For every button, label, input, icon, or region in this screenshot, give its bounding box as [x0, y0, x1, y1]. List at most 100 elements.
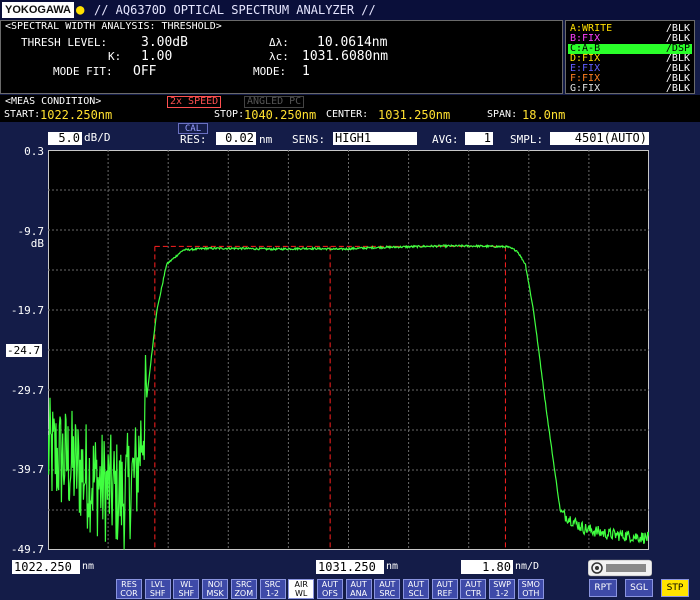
y-tick-label: -19.7	[10, 304, 44, 317]
meas-header: <MEAS CONDITION>	[5, 96, 102, 107]
sweep-rpt-button[interactable]: RPT	[589, 579, 617, 597]
softkey-smo-oth[interactable]: SMO OTH	[517, 579, 544, 599]
softkey-aut-scl[interactable]: AUT SCL	[403, 579, 429, 599]
softkey-air-wl[interactable]: AIR WL	[288, 579, 315, 599]
y-tick-label: -39.7	[10, 463, 44, 476]
softkey-line: SHF	[178, 589, 195, 598]
softkey-swp-12[interactable]: SWP 1-2	[489, 579, 516, 599]
watermark	[587, 558, 653, 578]
sweep-sgl-button[interactable]: SGL	[625, 579, 653, 597]
stop-value[interactable]: 1040.250nm	[244, 109, 316, 121]
center-value[interactable]: 1031.250nm	[378, 109, 450, 121]
thresh-level-label: THRESH LEVEL:	[21, 36, 108, 49]
x-per-div-unit: nm/D	[515, 561, 540, 572]
y-tick-label: -49.7	[10, 543, 44, 556]
softkey-aut-src[interactable]: AUT SRC	[374, 579, 401, 599]
sens-label: SENS:	[292, 133, 326, 146]
trace-row[interactable]: G:FIX/BLK	[568, 84, 692, 94]
avg-label: AVG:	[432, 133, 459, 146]
softkey-noi-msk[interactable]: NOI MSK	[202, 579, 229, 599]
softkey-line: AUT	[350, 580, 367, 589]
window-title: // AQ6370D OPTICAL SPECTRUM ANALYZER //	[94, 3, 376, 17]
softkey-line: AIR	[294, 580, 308, 589]
mode-fit-value: OFF	[133, 64, 157, 79]
x-center-unit: nm	[386, 561, 399, 572]
logo-star-icon: ●	[76, 2, 85, 18]
angled-pc-badge: ANGLED PC	[244, 96, 305, 108]
softkey-line: WL	[295, 589, 308, 598]
softkey-aut-ofs[interactable]: AUT OFS	[316, 579, 343, 599]
res-label: RES:	[180, 133, 207, 146]
softkey-line: AUT	[379, 580, 396, 589]
analysis-panel: <SPECTRAL WIDTH ANALYSIS: THRESHOLD> THR…	[0, 20, 563, 94]
softkey-line: SRC	[264, 580, 281, 589]
softkey-line: LVL	[150, 580, 165, 589]
softkey-line: AUT	[321, 580, 338, 589]
softkey-src-zom[interactable]: SRC ZOM	[230, 579, 257, 599]
k-label: K:	[108, 50, 122, 63]
x-per-div-box[interactable]: 1.80	[461, 560, 513, 574]
softkey-line: SRC	[235, 580, 252, 589]
trace-state: /BLK	[665, 83, 690, 94]
mode-label: MODE:	[253, 65, 287, 78]
softkey-line: SHF	[149, 589, 166, 598]
softkey-line: SWP	[493, 580, 511, 589]
meas-condition-bar: <MEAS CONDITION> 2x SPEED ANGLED PC STAR…	[0, 95, 700, 122]
start-value[interactable]: 1022.250nm	[40, 109, 112, 121]
scale-value-box[interactable]: 5.0	[48, 132, 82, 145]
res-value-box[interactable]: 0.02	[216, 132, 256, 145]
softkey-aut-ana[interactable]: AUT ANA	[345, 579, 372, 599]
start-label: START:	[4, 109, 41, 120]
x-start-unit: nm	[82, 561, 95, 572]
softkey-wl-shf[interactable]: WL SHF	[173, 579, 200, 599]
sens-value-box[interactable]: HIGH1	[333, 132, 417, 145]
softkey-aut-ctr[interactable]: AUT CTR	[460, 579, 487, 599]
center-label: CENTER:	[326, 109, 369, 120]
spectrum-graph[interactable]	[48, 150, 649, 550]
stop-label: STOP:	[214, 109, 245, 120]
softkey-src-12[interactable]: SRC 1-2	[259, 579, 286, 599]
softkey-line: NOI	[207, 580, 223, 589]
softkey-line: RES	[121, 580, 137, 589]
lambda-c-label: λc:	[269, 50, 289, 63]
mode-value: 1	[302, 64, 310, 79]
span-label: SPAN:	[487, 109, 518, 120]
smpl-label: SMPL:	[510, 133, 544, 146]
softkey-line: OTH	[522, 589, 540, 598]
delta-lambda-value: 10.0614nm	[317, 35, 388, 50]
softkey-line: ZOM	[234, 589, 254, 598]
softkey-line: 1-2	[495, 589, 509, 598]
analysis-header: <SPECTRAL WIDTH ANALYSIS: THRESHOLD>	[5, 21, 222, 32]
softkey-line: AUT	[407, 580, 425, 589]
scale-unit: dB/D	[84, 131, 111, 144]
mode-fit-label: MODE FIT:	[53, 65, 113, 78]
ref-level-box[interactable]: -24.7	[6, 344, 42, 357]
span-value[interactable]: 18.0nm	[522, 109, 565, 121]
softkey-res-cor[interactable]: RES COR	[116, 579, 142, 599]
softkey-aut-ref[interactable]: AUT REF	[431, 579, 458, 599]
softkey-line: SCL	[408, 589, 424, 598]
watermark-logo	[587, 559, 653, 577]
trace-name: G:FIX	[570, 83, 601, 94]
softkey-line: REF	[437, 589, 453, 598]
softkey-line: OFS	[321, 589, 338, 598]
smpl-value-box[interactable]: 4501(AUTO)	[550, 132, 649, 145]
res-unit: nm	[259, 133, 273, 146]
softkey-line: ANA	[350, 589, 368, 598]
softkey-line: SMO	[521, 580, 540, 589]
softkey-line: MSK	[206, 589, 224, 598]
softkey-line: COR	[120, 589, 138, 598]
softkey-line: AUT	[465, 580, 482, 589]
x-start-box[interactable]: 1022.250	[12, 560, 80, 574]
lambda-c-value: 1031.6080nm	[302, 49, 389, 64]
softkey-line: AUT	[436, 580, 453, 589]
thresh-level-value: 3.00dB	[141, 35, 188, 50]
y-tick-label: -29.7	[10, 384, 44, 397]
k-value: 1.00	[141, 49, 173, 64]
x-center-box[interactable]: 1031.250	[316, 560, 384, 574]
y-tick-label: 0.3	[24, 145, 44, 158]
avg-value-box[interactable]: 1	[465, 132, 493, 145]
sweep-stp-button[interactable]: STP	[661, 579, 689, 597]
softkey-line: 1-2	[265, 589, 280, 598]
softkey-lvl-shf[interactable]: LVL SHF	[144, 579, 171, 599]
